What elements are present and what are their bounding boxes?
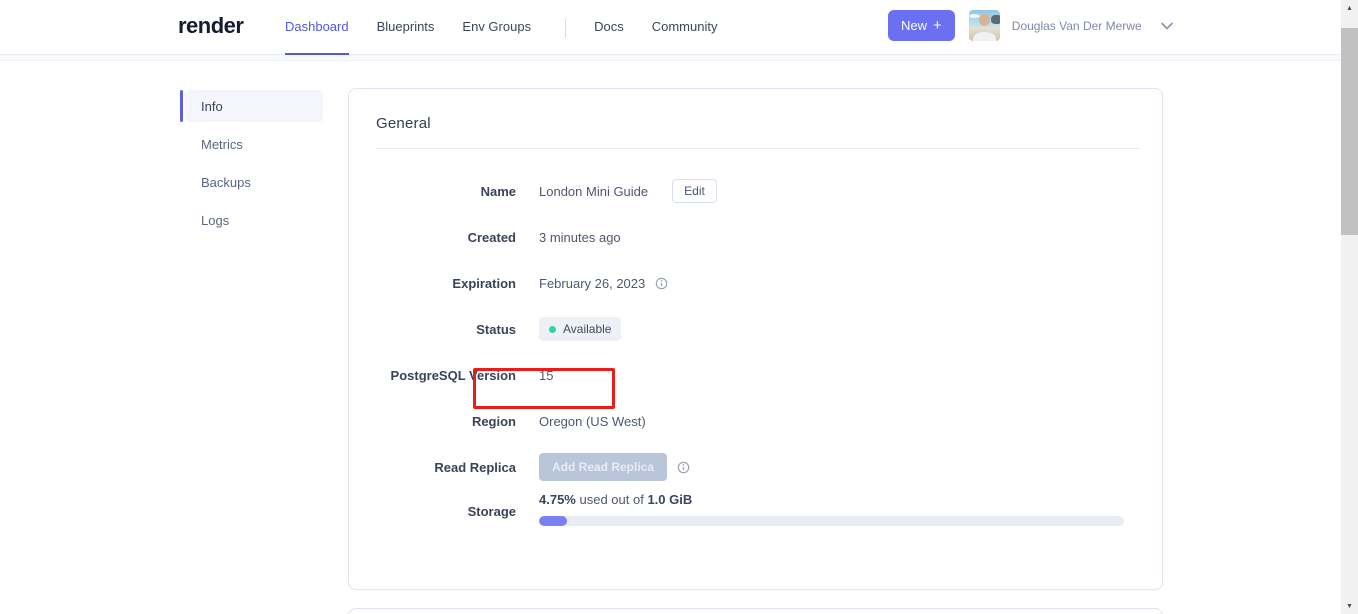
storage-label: Storage (467, 504, 516, 519)
info-row-storage: Storage 4.75% used out of 1.0 GiB (376, 490, 1124, 536)
read-replica-info-icon[interactable] (677, 461, 690, 474)
info-row-region: Region Oregon (US West) (376, 398, 1124, 444)
avatar-art (968, 14, 980, 18)
render-dashboard-page: render Dashboard Blueprints Env Groups D… (0, 0, 1358, 614)
storage-middle-text: used out of (575, 492, 648, 507)
plus-icon: + (933, 17, 942, 34)
status-value: Available (563, 322, 612, 336)
new-button-label: New (901, 18, 928, 33)
general-card: General Name London Mini Guide Edit Crea… (348, 88, 1163, 590)
region-label: Region (471, 413, 516, 429)
nav-item-env-groups[interactable]: Env Groups (462, 19, 531, 53)
created-value: 3 minutes ago (539, 229, 621, 245)
nav-item-docs[interactable]: Docs (594, 19, 624, 53)
avatar-art (972, 32, 996, 41)
storage-usage-text: 4.75% used out of 1.0 GiB (539, 492, 1124, 507)
new-button[interactable]: New + (888, 10, 955, 41)
region-value: Oregon (US West) (539, 413, 646, 429)
user-avatar[interactable] (968, 10, 1000, 41)
section-sidebar: Info Metrics Backups Logs (180, 90, 323, 242)
top-navbar: render Dashboard Blueprints Env Groups D… (0, 0, 1358, 55)
render-logo[interactable]: render (178, 13, 244, 39)
nav-item-blueprints[interactable]: Blueprints (377, 19, 435, 53)
scroll-down-arrow-icon[interactable]: ▼ (1341, 598, 1358, 614)
info-row-created: Created 3 minutes ago (376, 214, 1124, 260)
sidebar-item-logs[interactable]: Logs (185, 204, 323, 236)
main-nav: Dashboard Blueprints Env Groups Docs Com… (285, 19, 745, 55)
card-title: General (376, 115, 431, 132)
postgres-version-label: PostgreSQL Version (390, 367, 516, 383)
storage-progress-track (539, 516, 1124, 526)
sidebar-item-backups[interactable]: Backups (185, 166, 323, 198)
nav-item-dashboard[interactable]: Dashboard (285, 19, 349, 55)
info-row-status: Status Available (376, 306, 1124, 352)
info-row-name: Name London Mini Guide Edit (376, 168, 1124, 214)
created-label: Created (467, 229, 516, 245)
status-available-dot-icon (549, 325, 556, 333)
expiration-label: Expiration (452, 275, 516, 291)
scroll-up-arrow-icon[interactable]: ▲ (1341, 0, 1358, 16)
sidebar-item-metrics[interactable]: Metrics (185, 128, 323, 160)
card-body: Name London Mini Guide Edit Created 3 mi… (349, 149, 1162, 536)
name-label: Name (480, 183, 516, 199)
expiration-value: February 26, 2023 (539, 275, 646, 291)
active-item-accent-bar (180, 90, 183, 122)
postgres-version-value: 15 (539, 367, 554, 383)
next-card-preview (348, 608, 1163, 614)
scrollbar-thumb[interactable] (1341, 28, 1358, 235)
header-right-cluster: New + Douglas Van Der Merwe (888, 10, 1173, 41)
read-replica-label: Read Replica (434, 459, 516, 475)
storage-progress-fill (539, 516, 567, 526)
nav-divider (565, 19, 567, 38)
chevron-down-icon[interactable] (1160, 22, 1173, 30)
info-row-postgres-version: PostgreSQL Version 15 (376, 352, 1124, 398)
user-menu-name[interactable]: Douglas Van Der Merwe (1012, 19, 1142, 33)
avatar-art (990, 15, 1000, 24)
storage-used-pct: 4.75% (539, 492, 576, 507)
nav-item-community[interactable]: Community (652, 19, 718, 53)
status-label: Status (476, 321, 516, 337)
storage-total: 1.0 GiB (647, 492, 693, 507)
header-sub-band (0, 55, 1358, 61)
expiration-info-icon[interactable] (655, 277, 668, 290)
name-value: London Mini Guide (539, 183, 649, 199)
avatar-art (978, 14, 990, 26)
sidebar-item-info[interactable]: Info (185, 90, 323, 122)
edit-name-button[interactable]: Edit (672, 179, 717, 203)
vertical-scrollbar[interactable]: ▲ ▼ (1341, 0, 1358, 614)
info-row-read-replica: Read Replica Add Read Replica (376, 444, 1124, 490)
info-row-expiration: Expiration February 26, 2023 (376, 260, 1124, 306)
status-badge: Available (539, 317, 622, 341)
add-read-replica-button[interactable]: Add Read Replica (539, 453, 668, 481)
